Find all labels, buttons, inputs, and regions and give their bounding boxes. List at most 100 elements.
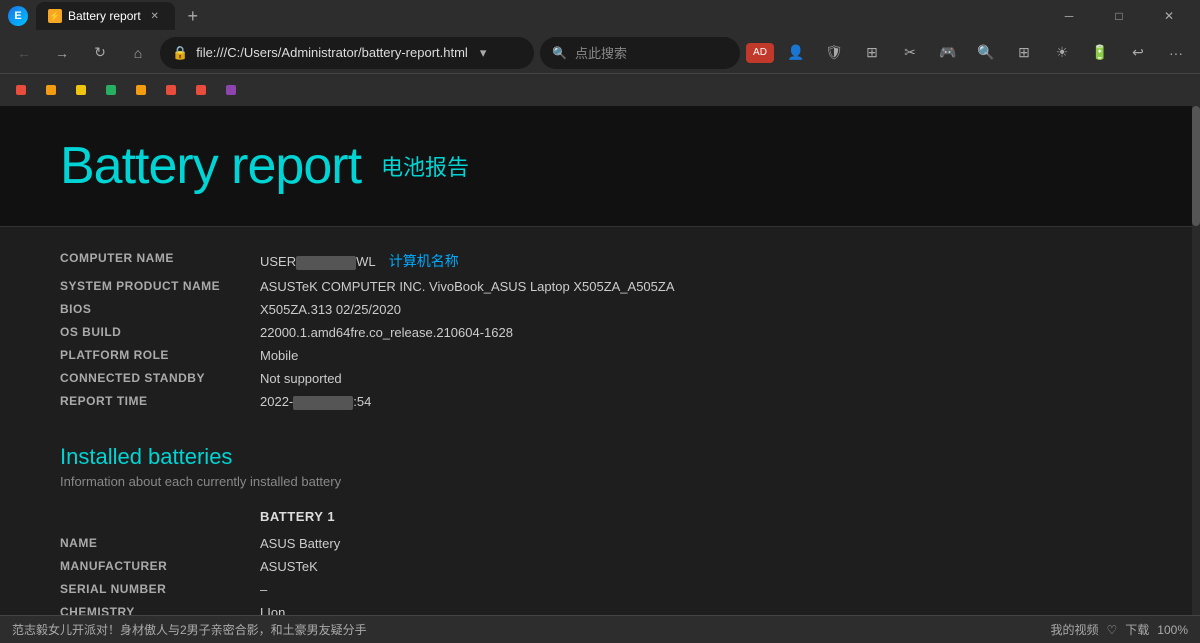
report-title-row: Battery report 电池报告 [60, 136, 1140, 196]
tab-bar: ⚡ Battery report ✕ + [36, 2, 1038, 30]
label-chemistry: CHEMISTRY [60, 601, 260, 615]
search-button[interactable]: 🔍 [970, 37, 1002, 69]
batteries-section: Installed batteries Information about ea… [60, 444, 1140, 615]
battery-1-header: BATTERY 1 [260, 505, 1140, 532]
report-header: Battery report 电池报告 [0, 106, 1200, 227]
shield-icon[interactable]: 🛡 [818, 37, 850, 69]
title-bar: E ⚡ Battery report ✕ + ─ □ ✕ [0, 0, 1200, 32]
address-url: file:///C:/Users/Administrator/battery-r… [196, 45, 468, 60]
bookmark-favicon-5 [136, 85, 146, 95]
download-label[interactable]: 下载 [1125, 621, 1149, 638]
toolbar: ← → ↻ ⌂ 🔒 file:///C:/Users/Administrator… [0, 32, 1200, 74]
brightness-button[interactable]: ☀ [1046, 37, 1078, 69]
bookmark-1[interactable] [8, 83, 34, 97]
status-left: 范志毅女儿开派对！身材傲人与2男子亲密合影，和土豪男友疑分手 [12, 621, 367, 638]
bookmark-favicon-3 [76, 85, 86, 95]
value-platform-role: Mobile [260, 344, 1140, 367]
search-placeholder: 点此搜索 [575, 43, 627, 62]
value-system-product: ASUSTeK COMPUTER INC. VivoBook_ASUS Lapt… [260, 275, 1140, 298]
favorite-icon: ♡ [1107, 623, 1118, 637]
game-button[interactable]: 🎮 [932, 37, 964, 69]
undo-button[interactable]: ↩ [1122, 37, 1154, 69]
scrollbar-track[interactable] [1192, 106, 1200, 615]
browser-icon: E [8, 6, 28, 26]
address-dropdown-icon[interactable]: ▾ [480, 45, 487, 61]
redacted-date [293, 396, 353, 410]
page-content: Battery report 电池报告 COMPUTER NAME USER W… [0, 106, 1200, 615]
scrollbar-thumb[interactable] [1192, 106, 1200, 226]
extensions-button[interactable]: AD [746, 43, 774, 63]
table-row: CONNECTED STANDBY Not supported [60, 367, 1140, 390]
refresh-button[interactable]: ↻ [84, 37, 116, 69]
system-info-section: COMPUTER NAME USER WL 计算机名称 SYSTEM PRODU… [60, 247, 1140, 414]
table-row: MANUFACTURER ASUSTeK [60, 555, 1140, 578]
bookmark-4[interactable] [98, 83, 124, 97]
table-row: NAME ASUS Battery [60, 532, 1140, 555]
scissors-icon[interactable]: ✂ [894, 37, 926, 69]
tab-title: Battery report [68, 9, 141, 23]
close-button[interactable]: ✕ [1146, 0, 1192, 32]
label-os-build: OS BUILD [60, 321, 260, 344]
batteries-section-subtitle: Information about each currently install… [60, 474, 1140, 489]
minimize-button[interactable]: ─ [1046, 0, 1092, 32]
label-platform-role: PLATFORM ROLE [60, 344, 260, 367]
video-label[interactable]: 我的视频 [1051, 621, 1099, 638]
back-button[interactable]: ← [8, 37, 40, 69]
report-title-en: Battery report [60, 136, 361, 196]
tab-close-button[interactable]: ✕ [147, 8, 163, 24]
secure-icon: 🔒 [172, 45, 188, 61]
label-connected-standby: CONNECTED STANDBY [60, 367, 260, 390]
value-name: ASUS Battery [260, 532, 1140, 555]
bookmark-favicon-2 [46, 85, 56, 95]
home-button[interactable]: ⌂ [122, 37, 154, 69]
bookmark-favicon-4 [106, 85, 116, 95]
table-row: OS BUILD 22000.1.amd64fre.co_release.210… [60, 321, 1140, 344]
profile-button[interactable]: 👤 [780, 37, 812, 69]
batteries-table: BATTERY 1 NAME ASUS Battery MANUFACTURER… [60, 505, 1140, 615]
value-report-time: 2022- :54 [260, 390, 1140, 414]
system-info-table: COMPUTER NAME USER WL 计算机名称 SYSTEM PRODU… [60, 247, 1140, 414]
menu-button[interactable]: ··· [1160, 37, 1192, 69]
bookmark-8[interactable] [218, 83, 244, 97]
status-bar: 范志毅女儿开派对！身材傲人与2男子亲密合影，和土豪男友疑分手 我的视频 ♡ 下载… [0, 615, 1200, 643]
table-row: SERIAL NUMBER – [60, 578, 1140, 601]
bookmark-7[interactable] [188, 83, 214, 97]
redacted-name [296, 256, 356, 270]
value-computer-name: USER WL 计算机名称 [260, 247, 1140, 275]
bookmark-favicon-6 [166, 85, 176, 95]
value-connected-standby: Not supported [260, 367, 1140, 390]
label-name: NAME [60, 532, 260, 555]
table-row: BIOS X505ZA.313 02/25/2020 [60, 298, 1140, 321]
batteries-section-title: Installed batteries [60, 444, 1140, 470]
bookmark-3[interactable] [68, 83, 94, 97]
label-computer-name: COMPUTER NAME [60, 247, 260, 275]
tab-favicon: ⚡ [48, 9, 62, 23]
maximize-button[interactable]: □ [1096, 0, 1142, 32]
bookmarks-bar [0, 74, 1200, 106]
value-serial: – [260, 578, 1140, 601]
value-manufacturer: ASUSTeK [260, 555, 1140, 578]
label-report-time: REPORT TIME [60, 390, 260, 414]
bookmark-6[interactable] [158, 83, 184, 97]
table-row: COMPUTER NAME USER WL 计算机名称 [60, 247, 1140, 275]
forward-button[interactable]: → [46, 37, 78, 69]
apps-button[interactable]: ⊞ [1008, 37, 1040, 69]
cn-computer-name: 计算机名称 [389, 253, 459, 269]
search-icon: 🔍 [552, 46, 567, 60]
bookmark-favicon-7 [196, 85, 206, 95]
status-right: 我的视频 ♡ 下载 100% [1051, 621, 1189, 638]
active-tab[interactable]: ⚡ Battery report ✕ [36, 2, 175, 30]
toolbar-right: AD 👤 🛡 ⊞ ✂ 🎮 🔍 ⊞ ☀ 🔋 ↩ ··· [746, 37, 1192, 69]
address-bar[interactable]: 🔒 file:///C:/Users/Administrator/battery… [160, 37, 534, 69]
label-manufacturer: MANUFACTURER [60, 555, 260, 578]
zoom-level[interactable]: 100% [1157, 623, 1188, 637]
bookmark-2[interactable] [38, 83, 64, 97]
table-row: REPORT TIME 2022- :54 [60, 390, 1140, 414]
search-bar[interactable]: 🔍 点此搜索 [540, 37, 740, 69]
report-body: COMPUTER NAME USER WL 计算机名称 SYSTEM PRODU… [0, 227, 1200, 615]
bookmark-favicon-8 [226, 85, 236, 95]
collection-button[interactable]: ⊞ [856, 37, 888, 69]
value-chemistry: LIon [260, 601, 1140, 615]
bookmark-5[interactable] [128, 83, 154, 97]
new-tab-button[interactable]: + [179, 2, 207, 30]
